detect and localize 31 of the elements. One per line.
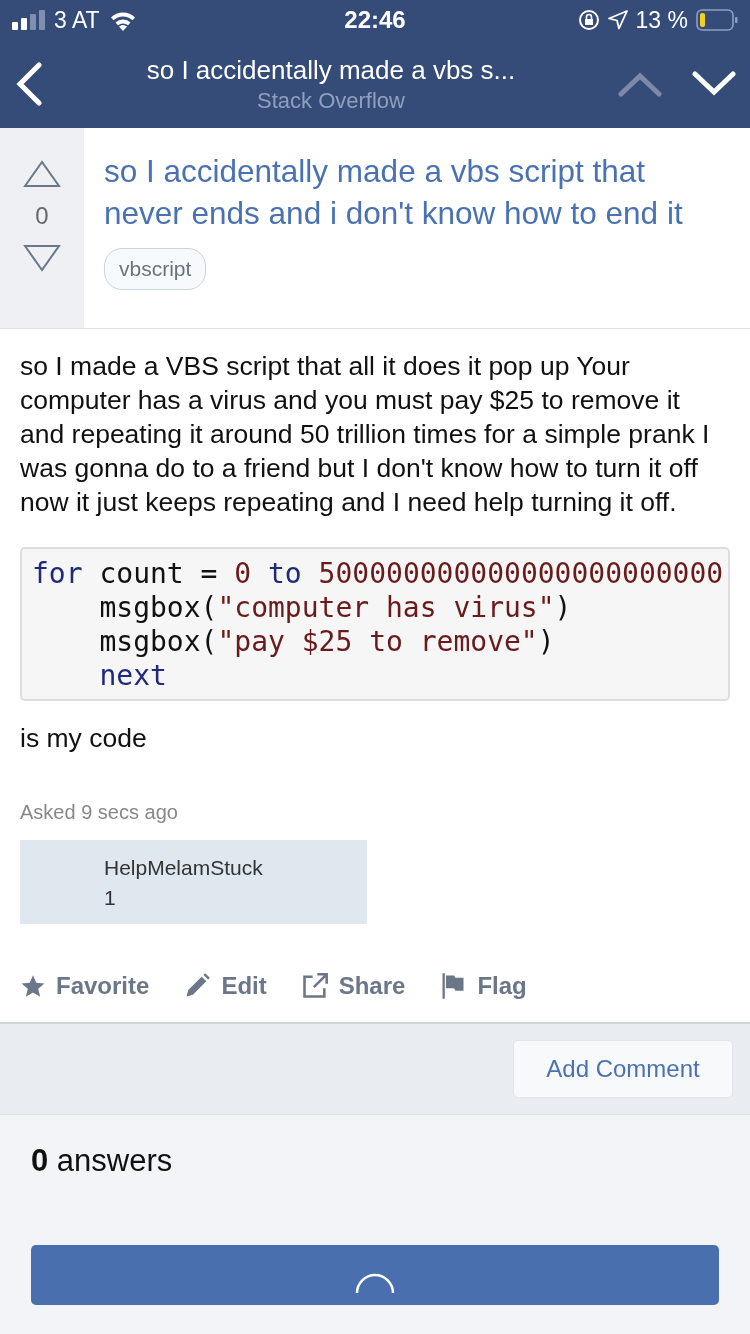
site-name: Stack Overflow <box>257 87 405 114</box>
user-reputation: 1 <box>104 886 117 910</box>
flag-button[interactable]: Flag <box>439 972 527 1000</box>
add-comment-button[interactable]: Add Comment <box>513 1040 733 1098</box>
answers-heading: 0 answers <box>30 1142 174 1180</box>
downvote-button[interactable] <box>23 244 61 272</box>
next-button[interactable] <box>692 71 736 97</box>
code-block: for count = 0 to 500000000000000000000000 msgbox("computer has virus") msgbox("pay $25 to remove") next <box>20 547 730 701</box>
favorite-button[interactable]: Favorite <box>20 972 150 1000</box>
signal-icon <box>12 10 46 30</box>
user-name: HelpMelamStuck <box>104 856 264 880</box>
star-icon <box>20 973 46 999</box>
edit-button[interactable]: Edit <box>183 972 267 1000</box>
tag[interactable]: vbscript <box>104 248 207 290</box>
share-button[interactable]: Share <box>300 972 406 1000</box>
question-title[interactable]: so I accidentally made a vbs script that never ends and i don't know how to end it <box>104 150 730 234</box>
question-body: so I made a VBS script that all it does it pop up Your computer has a virus and you must pay $25 to remove it and repeating it around 50 trillion times for a simple prank I was gonna do to a friend but I don't know how to turn it off now it just keeps repeating and I need help turning it off. <box>20 350 711 519</box>
carrier-name: 3 AT <box>54 6 100 34</box>
page-title: so I accidentally made a vbs s... <box>146 54 516 86</box>
body-text: is my code <box>20 722 148 755</box>
user-card[interactable]: HelpMelamStuck 1 <box>20 840 367 924</box>
vote-count: 0 <box>35 202 49 230</box>
rotation-lock-icon <box>577 9 600 31</box>
clock-time: 22:46 <box>344 6 406 34</box>
battery-icon <box>696 9 738 31</box>
location-arrow-icon <box>607 10 628 30</box>
asked-time: Asked 9 secs ago <box>20 801 179 824</box>
upvote-button[interactable] <box>23 160 61 188</box>
share-icon <box>300 972 329 1000</box>
back-button[interactable] <box>14 62 44 106</box>
battery-percent: 13 % <box>635 6 688 34</box>
